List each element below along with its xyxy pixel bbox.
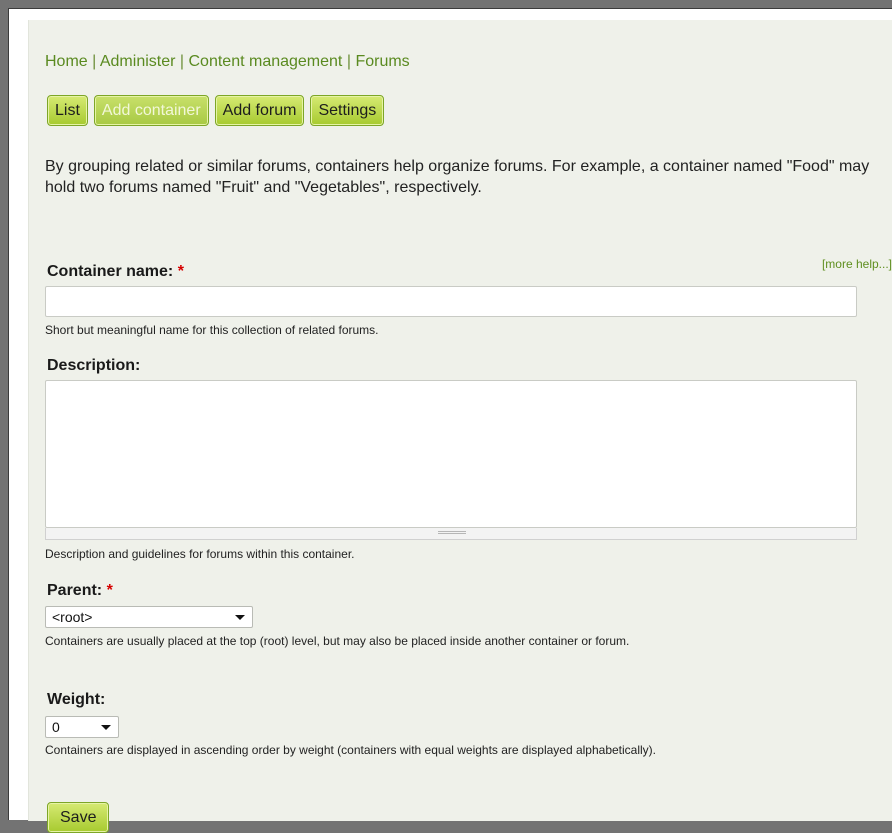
chevron-down-icon	[235, 615, 245, 620]
breadcrumb: Home | Administer | Content management |…	[45, 53, 410, 71]
weight-select-value: 0	[52, 719, 60, 735]
description-textarea[interactable]	[45, 380, 857, 528]
tab-list[interactable]: List	[47, 95, 88, 126]
breadcrumb-content-management-link[interactable]: Content management	[189, 53, 343, 70]
parent-select[interactable]: <root>	[45, 606, 253, 628]
tab-bar: List Add container Add forum Settings	[47, 95, 385, 128]
description-label: Description:	[47, 357, 141, 374]
parent-description: Containers are usually placed at the top…	[45, 634, 630, 648]
window-frame: Home | Administer | Content management |…	[8, 8, 892, 833]
tab-add-forum[interactable]: Add forum	[214, 95, 305, 126]
breadcrumb-forums-link[interactable]: Forums	[355, 53, 409, 70]
parent-label-text: Parent:	[47, 582, 103, 599]
container-name-label-text: Container name:	[47, 263, 174, 280]
container-name-label: Container name: *	[47, 263, 184, 281]
tab-add-container[interactable]: Add container	[93, 95, 209, 126]
breadcrumb-separator: |	[92, 53, 97, 70]
container-name-description: Short but meaningful name for this colle…	[45, 323, 379, 337]
parent-label: Parent: *	[47, 582, 113, 600]
save-button[interactable]: Save	[47, 802, 110, 833]
weight-description: Containers are displayed in ascending or…	[45, 743, 657, 757]
chevron-down-icon	[101, 725, 111, 730]
breadcrumb-administer-link[interactable]: Administer	[100, 53, 176, 70]
weight-label: Weight:	[47, 691, 106, 708]
breadcrumb-separator: |	[346, 53, 351, 70]
parent-select-value: <root>	[52, 609, 93, 625]
more-help-link[interactable]: [more help...]	[822, 257, 892, 271]
weight-select[interactable]: 0	[45, 716, 119, 738]
container-name-input[interactable]	[45, 286, 857, 317]
content-panel: Home | Administer | Content management |…	[28, 20, 892, 833]
description-help: Description and guidelines for forums wi…	[45, 547, 355, 561]
textarea-resize-grip[interactable]	[45, 528, 857, 540]
breadcrumb-separator: |	[179, 53, 185, 70]
tab-settings[interactable]: Settings	[310, 95, 385, 126]
required-marker: *	[106, 582, 113, 599]
help-text: By grouping related or similar forums, c…	[45, 158, 870, 196]
required-marker: *	[177, 263, 184, 280]
breadcrumb-home-link[interactable]: Home	[45, 53, 88, 70]
